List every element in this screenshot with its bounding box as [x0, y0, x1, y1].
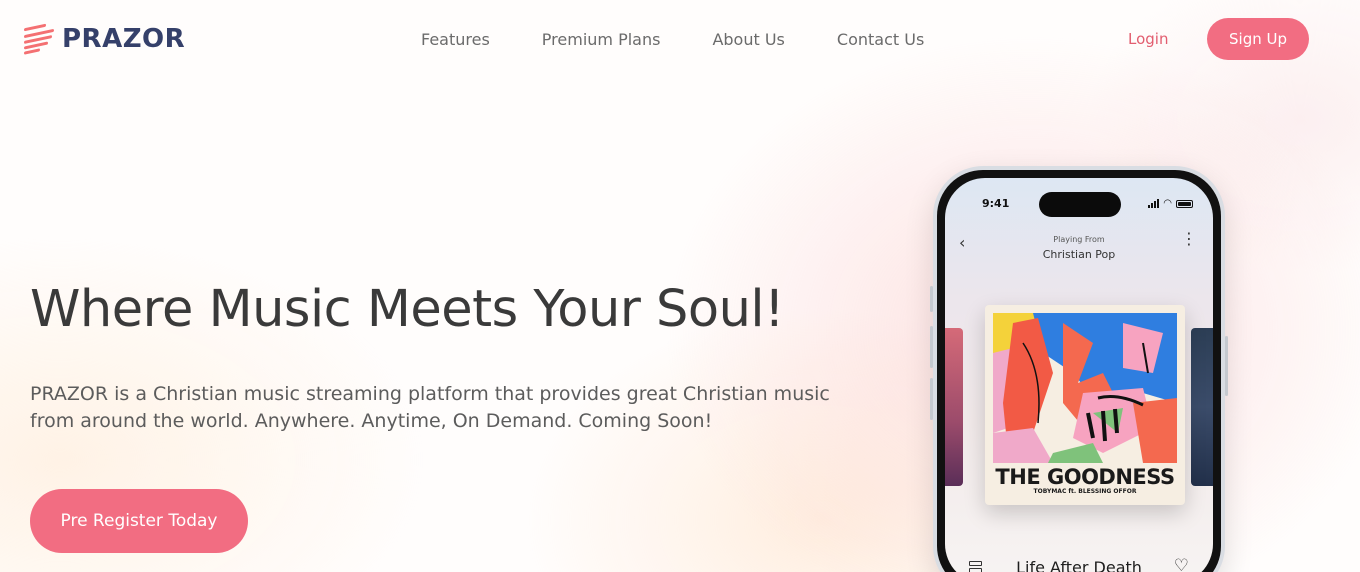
album-cover: THE GOODNESS TOBYMAC ft. BLESSING OFFOR [985, 305, 1185, 505]
brand-logo[interactable]: PRAZOR [24, 22, 185, 56]
album-artist: TOBYMAC ft. BLESSING OFFOR [1033, 488, 1137, 495]
more-vertical-icon[interactable]: ⋮ [1181, 230, 1197, 248]
phone-mockup: 9:41 ◠ ‹ Playing From Christian Pop ⋮ TH… [930, 166, 1228, 572]
main-nav: Features Premium Plans About Us Contact … [421, 30, 924, 49]
signal-icon [1148, 199, 1160, 208]
nav-item-about-us[interactable]: About Us [712, 30, 784, 49]
previous-album-cover[interactable] [945, 328, 963, 486]
dynamic-island [1039, 192, 1121, 217]
status-time: 9:41 [982, 197, 1010, 210]
phone-volume-down-button [930, 326, 933, 368]
phone-screen: 9:41 ◠ ‹ Playing From Christian Pop ⋮ TH… [945, 178, 1213, 572]
next-album-cover[interactable] [1191, 328, 1213, 486]
wifi-icon: ◠ [1163, 198, 1172, 209]
nav-item-premium-plans[interactable]: Premium Plans [542, 30, 661, 49]
battery-icon [1176, 199, 1193, 208]
logo-mark-icon [24, 22, 54, 56]
status-icons: ◠ [1148, 198, 1193, 209]
phone-volume-up-button [930, 286, 933, 312]
phone-power-button [1225, 336, 1228, 396]
pre-register-button[interactable]: Pre Register Today [30, 489, 248, 553]
brand-name: PRAZOR [62, 24, 186, 54]
nav-item-features[interactable]: Features [421, 30, 490, 49]
login-link[interactable]: Login [1128, 30, 1168, 48]
phone-side-button [930, 378, 933, 420]
album-title: THE GOODNESS [995, 465, 1175, 489]
hero-headline: Where Music Meets Your Soul! [30, 280, 785, 339]
heart-icon[interactable]: ♡ [1174, 556, 1189, 572]
playing-from-label: Playing From [1053, 235, 1105, 244]
nav-item-contact-us[interactable]: Contact Us [837, 30, 924, 49]
album-artwork [993, 313, 1177, 463]
phone-bezel: 9:41 ◠ ‹ Playing From Christian Pop ⋮ TH… [937, 170, 1221, 572]
hero-description: PRAZOR is a Christian music streaming pl… [30, 383, 830, 432]
signup-button[interactable]: Sign Up [1207, 18, 1309, 60]
playlist-name: Christian Pop [1042, 248, 1116, 261]
